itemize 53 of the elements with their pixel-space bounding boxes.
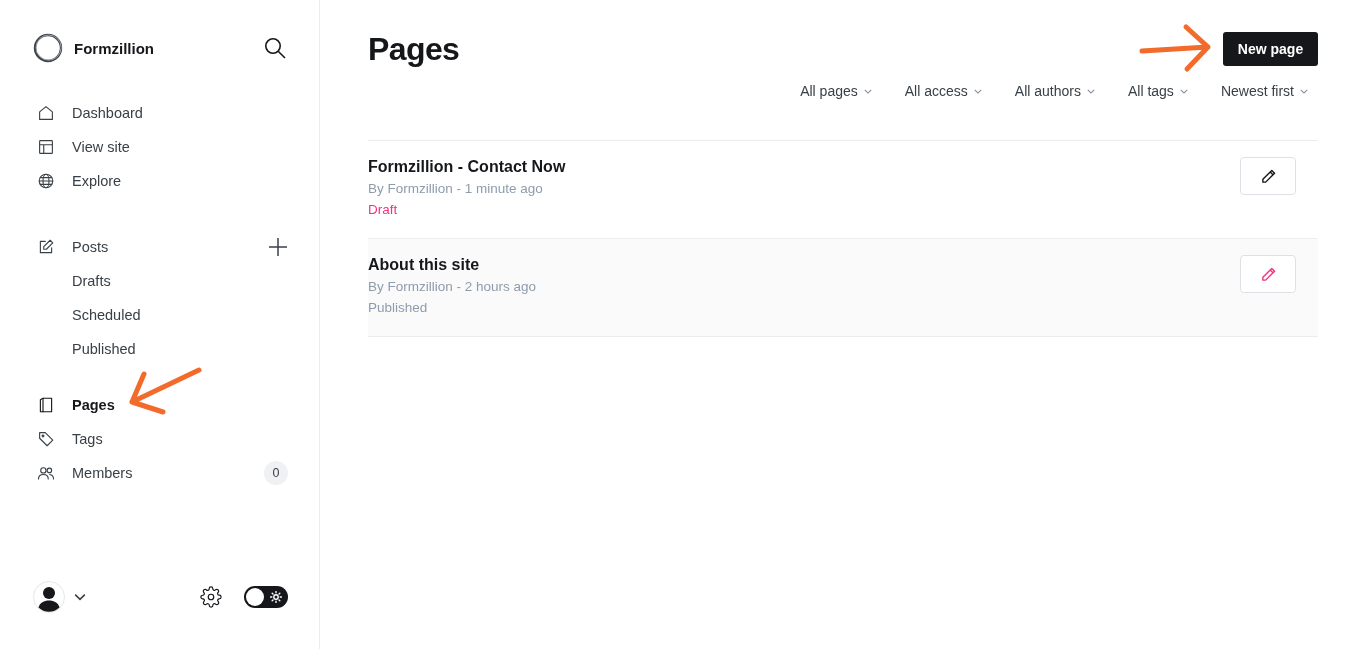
home-icon [37, 104, 55, 122]
chevron-down-icon [1300, 88, 1308, 94]
nav-item[interactable]: Pages [33, 388, 288, 422]
pencil-icon [1260, 266, 1276, 282]
nav-item[interactable]: Dashboard [33, 96, 288, 130]
page-meta: By Formzillion - 2 hours ago [368, 278, 537, 296]
page-status: Draft [368, 201, 398, 219]
chevron-down-icon [1179, 88, 1188, 94]
nav-subitem[interactable]: Scheduled [33, 298, 288, 332]
filter-dropdown[interactable]: All pages [800, 80, 872, 102]
edit-button[interactable] [1240, 157, 1296, 195]
filter-dropdown[interactable]: All access [904, 80, 982, 102]
add-post-button[interactable] [268, 237, 288, 257]
pencil-icon [1260, 168, 1276, 184]
count-badge: 0 [264, 461, 288, 485]
chevron-down-icon [74, 593, 86, 601]
settings-icon [200, 586, 222, 608]
nav-item[interactable]: Tags [33, 422, 288, 456]
nav-subitem[interactable]: Drafts [33, 264, 288, 298]
book-icon [37, 396, 55, 414]
brand-name: Formzillion [74, 39, 154, 57]
edit-button[interactable] [1240, 255, 1296, 293]
tag-icon [37, 430, 55, 448]
page-meta: By Formzillion - 1 minute ago [368, 180, 543, 198]
nav-item[interactable]: Posts [33, 230, 268, 264]
people-icon [37, 464, 55, 482]
new-page-button[interactable]: New page [1223, 32, 1318, 66]
nav-item[interactable]: View site [33, 130, 288, 164]
filter-dropdown[interactable]: All tags [1127, 80, 1188, 102]
theme-toggle[interactable] [244, 586, 288, 608]
filter-dropdown[interactable]: Newest first [1220, 80, 1308, 102]
page-title: Formzillion - Contact Now [368, 157, 566, 177]
layout-icon [37, 138, 55, 156]
plus-icon [268, 237, 288, 257]
filter-dropdown[interactable]: All authors [1014, 80, 1095, 102]
nav-subitem[interactable]: Published [33, 332, 288, 366]
page-status: Published [368, 299, 428, 317]
nav-item[interactable]: Explore [33, 164, 288, 198]
nav-item[interactable]: Members [33, 456, 264, 490]
settings-button[interactable] [200, 586, 222, 608]
chevron-down-icon [1086, 88, 1095, 94]
page-row[interactable]: About this site By Formzillion - 2 hours ago Published [368, 239, 1318, 337]
globe-icon [37, 172, 55, 190]
sun-icon [270, 591, 282, 603]
search-button[interactable] [264, 37, 286, 59]
page-title: About this site [368, 255, 480, 275]
page-heading: Pages [368, 32, 460, 66]
search-icon [264, 37, 286, 59]
logo-icon [33, 33, 63, 63]
pencil-square-icon [37, 238, 55, 256]
chevron-down-icon [973, 88, 982, 94]
chevron-down-icon [863, 88, 872, 94]
user-avatar[interactable] [33, 581, 65, 613]
